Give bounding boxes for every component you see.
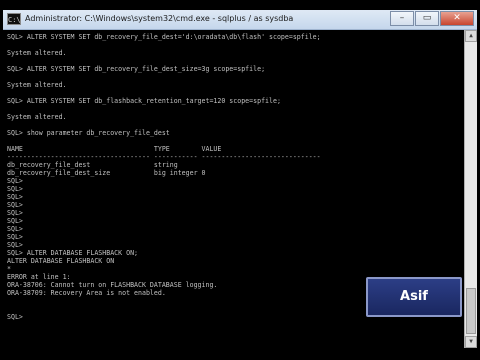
minimize-button[interactable]: – <box>390 11 414 26</box>
close-button[interactable]: ✕ <box>440 11 474 26</box>
console-line: SQL> <box>7 201 23 209</box>
console-line: SQL> <box>7 185 23 193</box>
console-line: SQL> <box>7 193 23 201</box>
console-line: SQL> <box>7 241 23 249</box>
console-line: SQL> show parameter db_recovery_file_des… <box>7 129 170 137</box>
console-line: SQL> ALTER SYSTEM SET db_recovery_file_d… <box>7 33 321 41</box>
console-line: db_recovery_file_dest string <box>7 161 178 169</box>
scroll-up-icon[interactable]: ▲ <box>465 30 477 42</box>
console-line: SQL> <box>7 217 23 225</box>
console-line: SQL> <box>7 225 23 233</box>
scroll-thumb[interactable] <box>466 288 476 334</box>
window-controls: – ▭ ✕ <box>389 11 474 27</box>
console-line: NAME TYPE VALUE <box>7 145 222 153</box>
console-line: ALTER DATABASE FLASHBACK ON <box>7 257 115 265</box>
console-line: ERROR at line 1: <box>7 273 71 281</box>
console-line: SQL> ALTER SYSTEM SET db_flashback_reten… <box>7 97 281 105</box>
console-line: ------------------------------------ ---… <box>7 153 321 161</box>
window-title: Administrator: C:\Windows\system32\cmd.e… <box>25 14 294 23</box>
vertical-scrollbar[interactable]: ▲ ▼ <box>464 30 477 348</box>
console-line: * <box>7 265 11 273</box>
cmd-icon[interactable]: C:\ <box>7 13 21 25</box>
watermark-logo: Asif <box>366 277 462 317</box>
console-line: System altered. <box>7 81 67 89</box>
console-line: System altered. <box>7 49 67 57</box>
console-line: SQL> <box>7 313 23 321</box>
console-line: db_recovery_file_dest_size big integer 0 <box>7 169 206 177</box>
console-line: SQL> <box>7 233 23 241</box>
console-line: ORA-38709: Recovery Area is not enabled. <box>7 289 166 297</box>
console-line: SQL> ALTER DATABASE FLASHBACK ON; <box>7 249 139 257</box>
console-line: SQL> <box>7 209 23 217</box>
title-bar[interactable]: C:\ Administrator: C:\Windows\system32\c… <box>3 10 477 30</box>
console-line: System altered. <box>7 113 67 121</box>
scroll-down-icon[interactable]: ▼ <box>465 336 477 348</box>
maximize-button[interactable]: ▭ <box>415 11 439 26</box>
console-line: SQL> <box>7 177 23 185</box>
console-line: ORA-38706: Cannot turn on FLASHBACK DATA… <box>7 281 218 289</box>
console-line: SQL> ALTER SYSTEM SET db_recovery_file_d… <box>7 65 266 73</box>
